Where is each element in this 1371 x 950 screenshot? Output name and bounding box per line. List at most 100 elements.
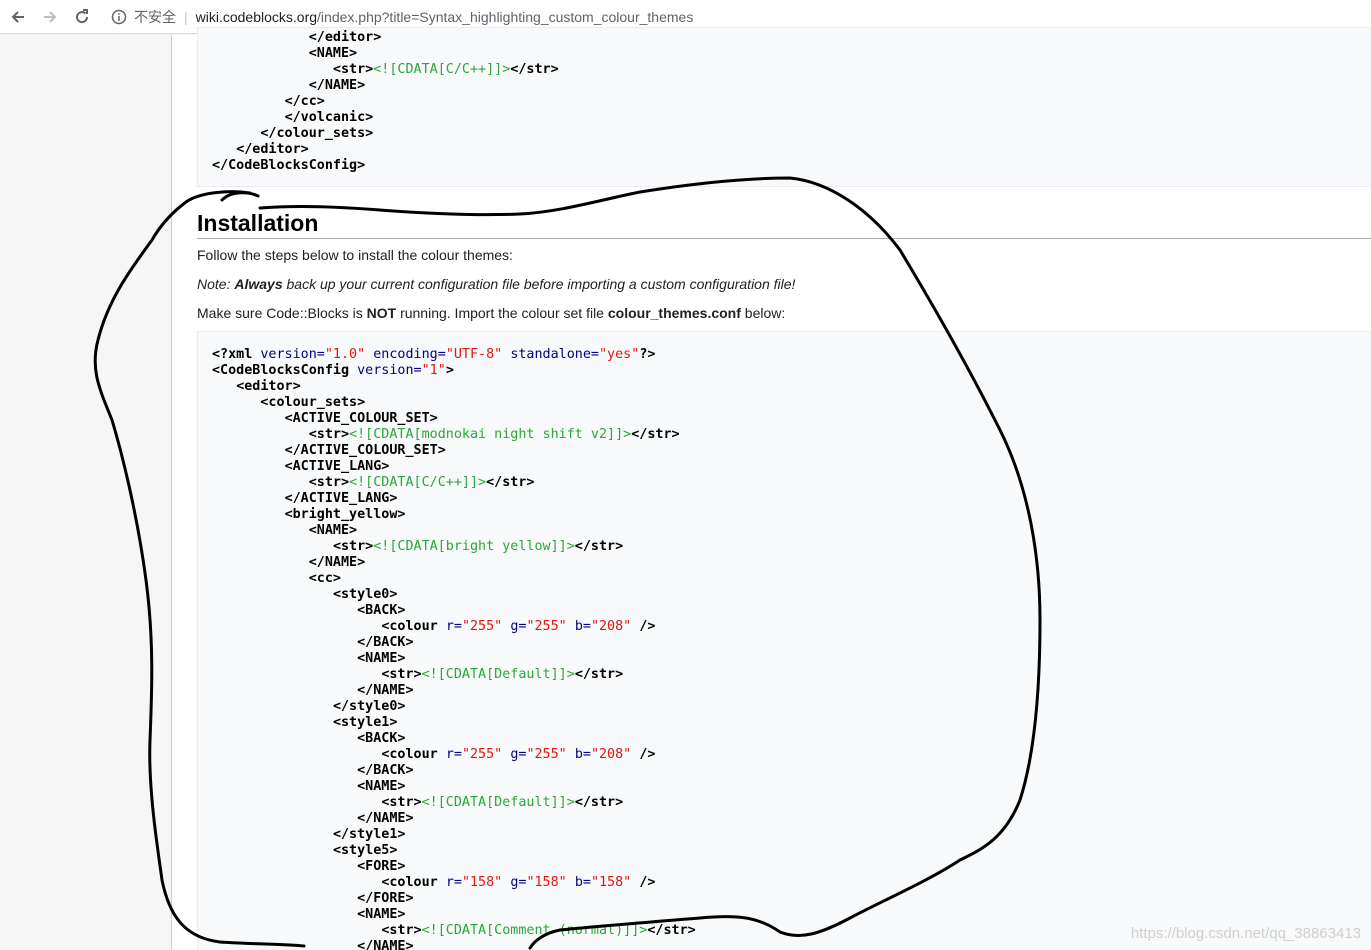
- code-token: </NAME>: [308, 78, 366, 93]
- code-line: <NAME>: [212, 46, 1371, 62]
- code-token: "158": [590, 875, 632, 890]
- code-token: <?xml: [212, 347, 261, 362]
- code-token: </str>: [486, 475, 535, 490]
- code-token: b=: [574, 619, 591, 634]
- code-token: <NAME>: [357, 779, 406, 794]
- code-line: </FORE>: [212, 891, 1371, 907]
- code-token: <![CDATA[C/C++]]>: [373, 62, 511, 77]
- code-token: </colour_sets>: [260, 126, 374, 141]
- code-token: </str>: [631, 427, 680, 442]
- code-token: <![CDATA[bright yellow]]>: [373, 539, 575, 554]
- code-token: </editor>: [308, 30, 382, 45]
- code-line: </colour_sets>: [212, 126, 1371, 142]
- code-token: <str>: [381, 795, 422, 810]
- code-token: <CodeBlocksConfig: [212, 363, 358, 378]
- code-token: <str>: [308, 475, 350, 490]
- code-line: </editor>: [212, 30, 1371, 46]
- code-token: <NAME>: [308, 523, 358, 538]
- code-line: <colour r="255" g="255" b="208" />: [212, 619, 1371, 635]
- code-line: <colour_sets>: [212, 395, 1371, 411]
- code-token: <str>: [381, 667, 422, 682]
- code-token: >: [445, 363, 454, 378]
- code-token: "255": [526, 747, 567, 762]
- security-label[interactable]: 不安全: [134, 7, 176, 27]
- code-line: <BACK>: [212, 731, 1371, 747]
- code-token: <ACTIVE_COLOUR_SET>: [284, 411, 438, 426]
- code-line: <NAME>: [212, 779, 1371, 795]
- code-token: "1": [421, 363, 446, 378]
- step-text-c: below:: [740, 305, 786, 321]
- info-icon[interactable]: [110, 8, 128, 26]
- code-token: </ACTIVE_COLOUR_SET>: [284, 443, 446, 458]
- back-button[interactable]: [4, 3, 32, 31]
- code-line: <str><![CDATA[modnokai night shift v2]]>…: [212, 427, 1371, 443]
- code-token: <NAME>: [308, 46, 358, 61]
- backup-note: Note: Always back up your current config…: [197, 275, 795, 293]
- code-line: </NAME>: [212, 78, 1371, 94]
- code-token: "255": [461, 619, 503, 634]
- code-token: </style0>: [332, 699, 406, 714]
- code-token: standalone=: [510, 347, 599, 362]
- code-token: "255": [526, 619, 567, 634]
- code-token: g=: [510, 619, 527, 634]
- code-token: version=: [260, 347, 325, 362]
- code-token: <![CDATA[modnokai night shift v2]]>: [349, 427, 632, 442]
- code-token: encoding=: [373, 347, 446, 362]
- code-line: <style1>: [212, 715, 1371, 731]
- code-line: <colour r="158" g="158" b="158" />: [212, 875, 1371, 891]
- code-line: <ACTIVE_COLOUR_SET>: [212, 411, 1371, 427]
- code-token: "158": [526, 875, 567, 890]
- code-token: r=: [445, 619, 462, 634]
- page-background: </editor> <NAME> <str> <![CDATA[C/C++]]> <…: [0, 27, 1371, 950]
- address-separator: |: [184, 8, 188, 25]
- code-token: "158": [461, 875, 503, 890]
- reload-button[interactable]: [68, 3, 96, 31]
- code-token: <colour: [381, 747, 446, 762]
- code-line: </BACK>: [212, 635, 1371, 651]
- code-line: </style0>: [212, 699, 1371, 715]
- code-token: />: [639, 747, 656, 762]
- code-token: "208": [590, 747, 632, 762]
- code-token: "208": [590, 619, 632, 634]
- code-line: </cc>: [212, 94, 1371, 110]
- url-host[interactable]: wiki.codeblocks.org: [196, 9, 317, 25]
- code-token: <NAME>: [357, 907, 406, 922]
- url-path[interactable]: /index.php?title=Syntax_highlighting_cus…: [317, 9, 693, 25]
- code-line: </CodeBlocksConfig>: [212, 158, 1371, 174]
- step-not: NOT: [366, 305, 397, 321]
- forward-button[interactable]: [36, 3, 64, 31]
- reload-icon: [76, 8, 89, 23]
- code-token: <style5>: [332, 843, 398, 858]
- code-token: <cc>: [308, 571, 341, 586]
- code-token: </NAME>: [308, 555, 366, 570]
- code-token: </FORE>: [357, 891, 414, 906]
- code-token: </str>: [574, 795, 624, 810]
- code-token: <![CDATA[Comment (normal)]]>: [421, 923, 648, 938]
- code-token: <BACK>: [357, 603, 406, 618]
- code-token: </NAME>: [357, 683, 414, 698]
